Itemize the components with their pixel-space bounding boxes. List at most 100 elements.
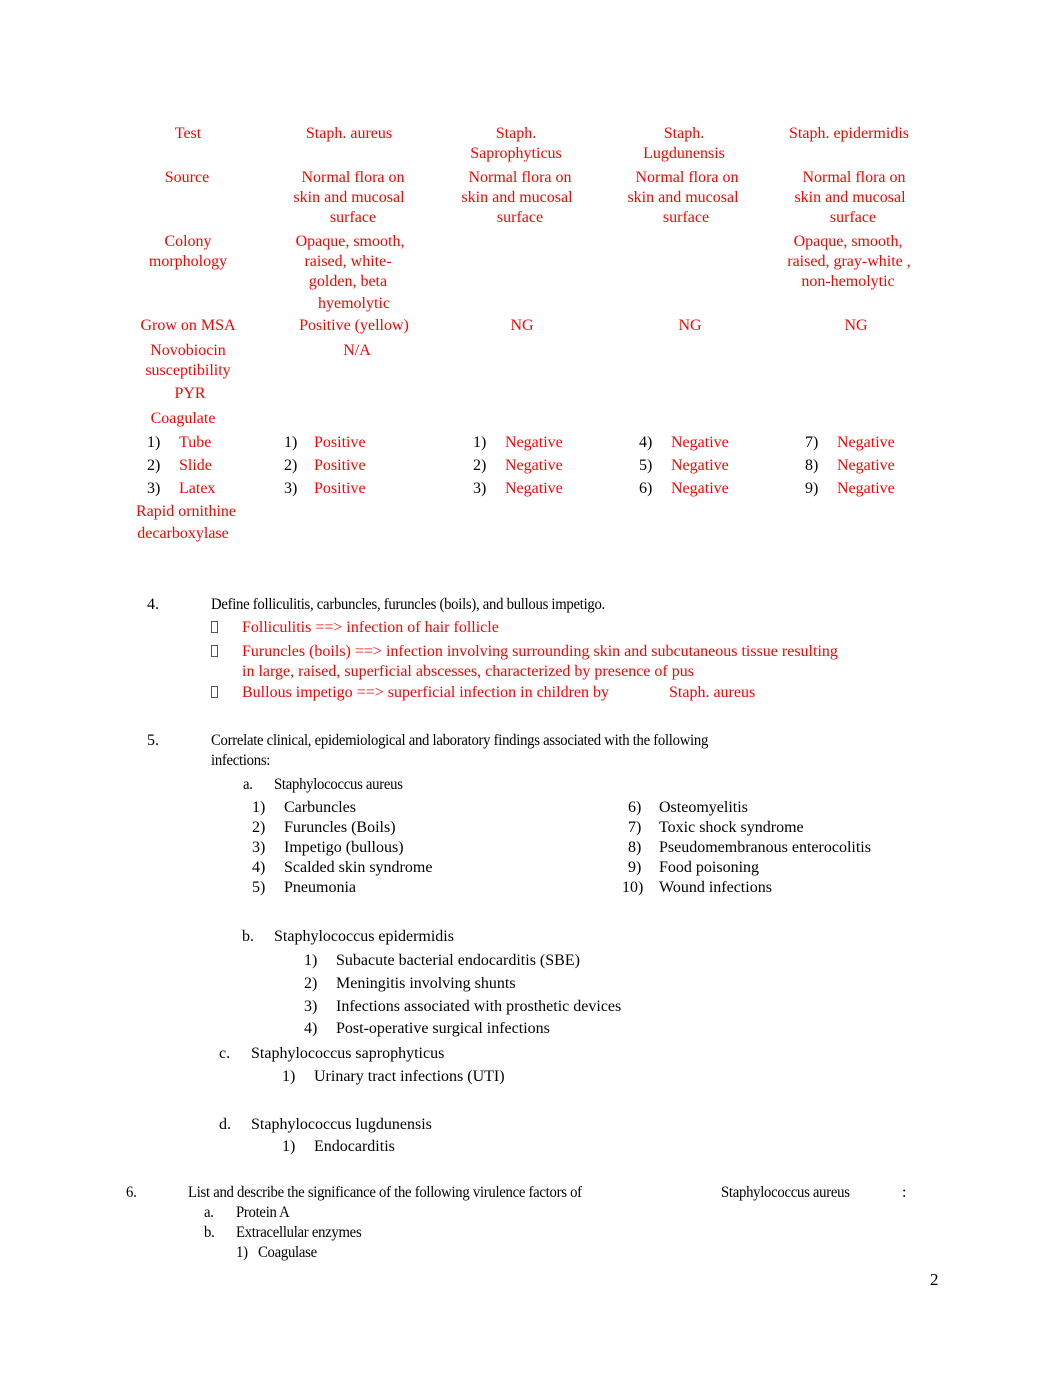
subsection-letter: d. bbox=[219, 1116, 231, 1133]
list-number: 4) bbox=[252, 859, 266, 876]
cell-line: skin and mucosal bbox=[461, 189, 573, 206]
cell-line: golden, beta bbox=[308, 273, 388, 290]
cell-line: morphology bbox=[148, 253, 228, 270]
subsection-letter: a. bbox=[204, 1204, 214, 1221]
row-label-ornithine: Rapid ornithine decarboxylase bbox=[124, 502, 248, 544]
answer-bullous-organism: Staph. aureus bbox=[669, 684, 756, 701]
header-test: Test bbox=[174, 125, 202, 142]
bullet-icon bbox=[211, 683, 218, 703]
coag-result: Negative bbox=[505, 457, 563, 474]
list-number: 3) bbox=[147, 480, 161, 497]
list-number: 6) bbox=[639, 480, 653, 497]
question-number: 4. bbox=[147, 596, 159, 613]
coag-result-row: 3) Positive bbox=[284, 479, 366, 499]
header-saprophyticus-line2: Saprophyticus bbox=[470, 145, 562, 162]
row-label-novobiocin: Novobiocin susceptibility bbox=[126, 341, 250, 381]
list-item: Urinary tract infections (UTI) bbox=[314, 1068, 505, 1085]
list-number: 6) bbox=[628, 799, 642, 816]
coag-result-row: 4) Negative bbox=[639, 433, 729, 453]
subsection-letter: c. bbox=[219, 1045, 231, 1062]
list-number: 3) bbox=[304, 998, 318, 1015]
coag-result: Negative bbox=[505, 434, 563, 451]
subsection-letter: a. bbox=[243, 776, 253, 793]
header-lugdunensis-line1: Staph. bbox=[663, 125, 705, 142]
list-number: 7) bbox=[628, 819, 642, 836]
bullet-icon bbox=[211, 618, 218, 638]
question-text: Define folliculitis, carbuncles, furuncl… bbox=[211, 596, 605, 613]
question-text-line1: Correlate clinical, epidemiological and … bbox=[211, 732, 709, 749]
question-number: 6. bbox=[126, 1184, 137, 1201]
coag-test-name: Latex bbox=[179, 480, 216, 497]
coag-result: Positive bbox=[314, 434, 366, 451]
cell-msa-saprophyticus: NG bbox=[510, 317, 534, 334]
coag-test-name: Tube bbox=[179, 434, 212, 451]
cell-line: skin and mucosal bbox=[293, 189, 405, 206]
list-item: Scalded skin syndrome bbox=[284, 859, 433, 876]
row-label-coagulate: Coagulate bbox=[150, 410, 216, 427]
answer-bullous-impetigo: Bullous impetigo ==> superficial infecti… bbox=[242, 684, 609, 701]
cell-line: Normal flora on bbox=[301, 169, 405, 186]
cell-msa-aureus: Positive (yellow) bbox=[299, 317, 409, 334]
coag-result-row: 3) Negative bbox=[473, 479, 563, 499]
list-number: 1) bbox=[284, 434, 298, 451]
list-item: Pseudomembranous enterocolitis bbox=[659, 839, 871, 856]
cell-line: Opaque, smooth, bbox=[295, 233, 405, 250]
cell-line: Normal flora on bbox=[635, 169, 739, 186]
coag-result-row: 5) Negative bbox=[639, 456, 729, 476]
list-item: Furuncles (Boils) bbox=[284, 819, 396, 836]
list-number: 3) bbox=[473, 480, 487, 497]
list-number: 10) bbox=[622, 879, 644, 896]
list-number: 3) bbox=[284, 480, 298, 497]
question-organism: Staphylococcus aureus bbox=[721, 1184, 850, 1201]
list-number: 2) bbox=[304, 975, 318, 992]
list-number: 2) bbox=[147, 457, 161, 474]
list-number: 1) bbox=[473, 434, 487, 451]
cell-line: skin and mucosal bbox=[794, 189, 906, 206]
coag-test-row: 2) Slide bbox=[147, 456, 212, 476]
list-item: Pneumonia bbox=[284, 879, 356, 896]
subsection-letter: b. bbox=[204, 1224, 215, 1241]
cell-line: surface bbox=[329, 209, 377, 226]
list-number: 3) bbox=[252, 839, 266, 856]
cell-line: hyemolytic bbox=[318, 295, 390, 312]
list-number: 5) bbox=[639, 457, 653, 474]
list-number: 2) bbox=[252, 819, 266, 836]
coag-result: Negative bbox=[505, 480, 563, 497]
cell-line: Novobiocin bbox=[150, 342, 226, 359]
list-number: 9) bbox=[805, 480, 819, 497]
cell-line: Opaque, smooth, bbox=[793, 233, 903, 250]
header-lugdunensis: Staph. Lugdunensis bbox=[614, 124, 754, 164]
coag-test-row: 1) Tube bbox=[147, 433, 211, 453]
cell-msa-epidermidis: NG bbox=[844, 317, 868, 334]
answer-folliculitis: Folliculitis ==> infection of hair folli… bbox=[242, 619, 499, 636]
list-item: Osteomyelitis bbox=[659, 799, 748, 816]
list-item: Protein A bbox=[236, 1204, 290, 1221]
answer-furuncles-line1: Furuncles (boils) ==> infection involvin… bbox=[242, 643, 838, 660]
header-lugdunensis-line2: Lugdunensis bbox=[643, 145, 725, 162]
page-number: 2 bbox=[930, 1270, 939, 1289]
list-item: Post-operative surgical infections bbox=[336, 1020, 550, 1037]
row-label-source: Source bbox=[164, 169, 210, 186]
subsection-title-saprophyticus: Staphylococcus saprophyticus bbox=[251, 1045, 445, 1062]
row-label-pyr: PYR bbox=[174, 385, 206, 402]
coag-result: Negative bbox=[837, 457, 895, 474]
cell-line: skin and mucosal bbox=[627, 189, 739, 206]
coag-result: Positive bbox=[314, 457, 366, 474]
cell-line: decarboxylase bbox=[137, 525, 229, 542]
subsection-letter: b. bbox=[242, 928, 254, 945]
list-number: 1) bbox=[282, 1068, 296, 1085]
list-number: 1) bbox=[304, 952, 318, 969]
list-number: 1) bbox=[252, 799, 266, 816]
cell-colony-aureus: Opaque, smooth, raised, white- golden, b… bbox=[280, 232, 420, 314]
list-item: Wound infections bbox=[659, 879, 772, 896]
cell-line: surface bbox=[829, 209, 877, 226]
coag-result: Negative bbox=[671, 434, 729, 451]
question-number: 5. bbox=[147, 732, 159, 749]
cell-line: Normal flora on bbox=[802, 169, 906, 186]
list-number: 9) bbox=[628, 859, 642, 876]
coag-result-row: 2) Positive bbox=[284, 456, 366, 476]
list-item: Impetigo (bullous) bbox=[284, 839, 404, 856]
coag-result: Negative bbox=[837, 434, 895, 451]
cell-msa-lugdunensis: NG bbox=[678, 317, 702, 334]
row-label-msa: Grow on MSA bbox=[140, 317, 236, 334]
